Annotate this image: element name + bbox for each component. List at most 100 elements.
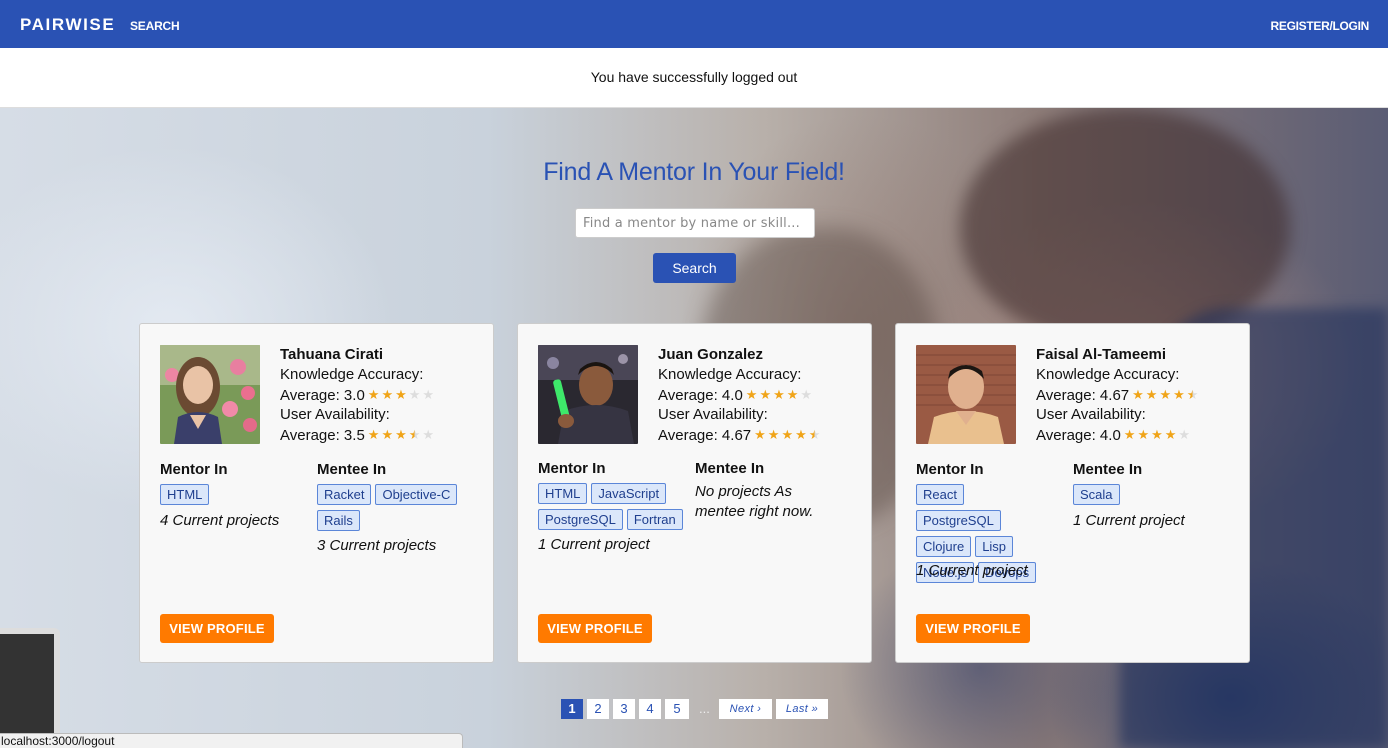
pagination-last[interactable]: Last »: [776, 699, 828, 719]
pagination-page-3[interactable]: 3: [613, 699, 635, 719]
view-profile-button[interactable]: VIEW PROFILE: [538, 614, 652, 643]
mentee-project-count: 3 Current projects: [317, 537, 437, 554]
star-empty-icon: ★: [422, 427, 435, 442]
star-filled-icon: ★: [759, 387, 772, 402]
star-filled-icon: ★: [754, 427, 766, 442]
knowledge-accuracy-label: Knowledge Accuracy:: [658, 366, 802, 383]
nav-register-login-link[interactable]: REGISTER/LOGIN: [1271, 19, 1370, 33]
availability-rating-stars: ★ ★ ★ ★ ★: [754, 426, 822, 443]
mentor-card: Faisal Al-Tameemi Knowledge Accuracy: Av…: [895, 323, 1250, 663]
skill-tag[interactable]: Lisp: [975, 536, 1014, 557]
skill-tag[interactable]: Clojure: [916, 536, 972, 557]
pagination-page-5[interactable]: 5: [665, 699, 689, 719]
hero-title: Find A Mentor In Your Field!: [543, 158, 845, 186]
mentor-photo: [160, 345, 260, 444]
star-filled-icon: ★: [1164, 427, 1177, 442]
flash-message: You have successfully logged out: [590, 69, 798, 85]
star-filled-icon: ★: [795, 427, 807, 442]
mentee-project-count: 1 Current project: [1073, 512, 1185, 529]
browser-status-bar: localhost:3000/logout: [0, 733, 463, 748]
knowledge-average-value: Average: 3.0: [280, 387, 365, 404]
nav-search-link[interactable]: SEARCH: [130, 19, 180, 33]
skill-tag[interactable]: Rails: [317, 510, 360, 531]
star-empty-icon: ★: [408, 387, 421, 402]
skill-tag[interactable]: Racket: [317, 484, 372, 505]
mentor-name: Faisal Al-Tameemi: [1036, 346, 1167, 363]
knowledge-average-value: Average: 4.67: [1036, 387, 1130, 404]
mentee-in-heading: Mentee In: [317, 461, 387, 478]
star-filled-icon: ★: [381, 427, 394, 442]
mentor-photo: [916, 345, 1016, 444]
search-button[interactable]: Search: [653, 253, 736, 283]
mentee-in-heading: Mentee In: [695, 460, 765, 477]
skill-tag[interactable]: Fortran: [626, 509, 683, 530]
star-filled-icon: ★: [1151, 427, 1163, 442]
star-filled-icon: ★: [745, 387, 758, 402]
pagination-page-4[interactable]: 4: [639, 699, 661, 719]
star-filled-icon: ★: [1123, 427, 1136, 442]
skill-tag[interactable]: PostgreSQL: [538, 509, 623, 530]
user-availability-label: User Availability:: [658, 406, 768, 423]
mentor-name: Juan Gonzalez: [658, 346, 764, 363]
flash-banner: You have successfully logged out: [0, 48, 1388, 108]
pagination-page-2[interactable]: 2: [587, 699, 609, 719]
user-availability-label: User Availability:: [280, 406, 390, 423]
availability-average-value: Average: 4.0: [1036, 427, 1121, 444]
mentor-tags: HTML: [160, 484, 310, 510]
pagination-ellipsis: ...: [699, 701, 710, 716]
star-filled-icon: ★: [367, 427, 380, 442]
availability-rating-stars: ★ ★ ★ ★ ★: [368, 426, 436, 443]
star-filled-icon: ★: [1132, 387, 1144, 402]
star-empty-icon: ★: [800, 387, 813, 402]
star-filled-icon: ★: [395, 427, 407, 442]
star-half-icon: ★: [1186, 387, 1199, 402]
knowledge-rating-stars: ★ ★ ★ ★ ★: [368, 386, 436, 403]
star-filled-icon: ★: [1173, 387, 1185, 402]
knowledge-average: Average: 4.0 ★ ★ ★ ★ ★: [658, 386, 814, 404]
pagination-next[interactable]: Next ›: [719, 699, 772, 719]
knowledge-average: Average: 3.0 ★ ★ ★ ★ ★: [280, 386, 436, 404]
view-profile-button[interactable]: VIEW PROFILE: [916, 614, 1030, 643]
pagination-page-1[interactable]: 1: [561, 699, 583, 719]
skill-tag[interactable]: Objective-C: [375, 484, 458, 505]
skill-tag[interactable]: JavaScript: [591, 483, 667, 504]
knowledge-average-value: Average: 4.0: [658, 387, 743, 404]
knowledge-rating-stars: ★ ★ ★ ★ ★: [746, 386, 814, 403]
star-filled-icon: ★: [367, 387, 380, 402]
knowledge-average: Average: 4.67 ★ ★ ★ ★ ★: [1036, 386, 1200, 404]
mentee-tags: Racket Objective-C Rails: [317, 484, 477, 536]
availability-average: Average: 4.67 ★ ★ ★ ★ ★: [658, 426, 822, 444]
skill-tag[interactable]: React: [916, 484, 964, 505]
star-filled-icon: ★: [1145, 387, 1158, 402]
star-filled-icon: ★: [1137, 427, 1150, 442]
brand-logo[interactable]: PAIRWISE: [20, 15, 115, 35]
skill-tag[interactable]: Scala: [1073, 484, 1120, 505]
skill-tag[interactable]: HTML: [538, 483, 588, 504]
mentor-project-count: 4 Current projects: [160, 512, 280, 529]
skill-tag[interactable]: PostgreSQL: [916, 510, 1001, 531]
skill-tag[interactable]: HTML: [160, 484, 210, 505]
mentor-photo: [538, 345, 638, 444]
star-filled-icon: ★: [395, 387, 407, 402]
view-profile-button[interactable]: VIEW PROFILE: [160, 614, 274, 643]
user-availability-label: User Availability:: [1036, 406, 1146, 423]
star-filled-icon: ★: [381, 387, 394, 402]
mentor-tags: HTML JavaScript PostgreSQL Fortran: [538, 483, 688, 535]
mentor-card: Tahuana Cirati Knowledge Accuracy: Avera…: [139, 323, 494, 663]
star-filled-icon: ★: [1159, 387, 1172, 402]
availability-average-value: Average: 3.5: [280, 427, 365, 444]
star-filled-icon: ★: [767, 427, 780, 442]
mentee-project-count: No projects As mentee right now.: [695, 483, 814, 520]
star-half-icon: ★: [808, 427, 821, 442]
availability-average: Average: 4.0 ★ ★ ★ ★ ★: [1036, 426, 1192, 444]
mentor-search-input[interactable]: [575, 208, 815, 238]
navbar: PAIRWISE SEARCH REGISTER/LOGIN: [0, 0, 1388, 48]
mentee-tags: Scala: [1073, 484, 1223, 510]
hero-background-laptop: [0, 628, 60, 748]
star-empty-icon: ★: [1178, 427, 1191, 442]
mentor-project-count: 1 Current project: [916, 562, 1028, 579]
mentor-in-heading: Mentor In: [538, 460, 606, 477]
mentee-in-heading: Mentee In: [1073, 461, 1143, 478]
knowledge-accuracy-label: Knowledge Accuracy:: [1036, 366, 1180, 383]
mentor-in-heading: Mentor In: [916, 461, 984, 478]
